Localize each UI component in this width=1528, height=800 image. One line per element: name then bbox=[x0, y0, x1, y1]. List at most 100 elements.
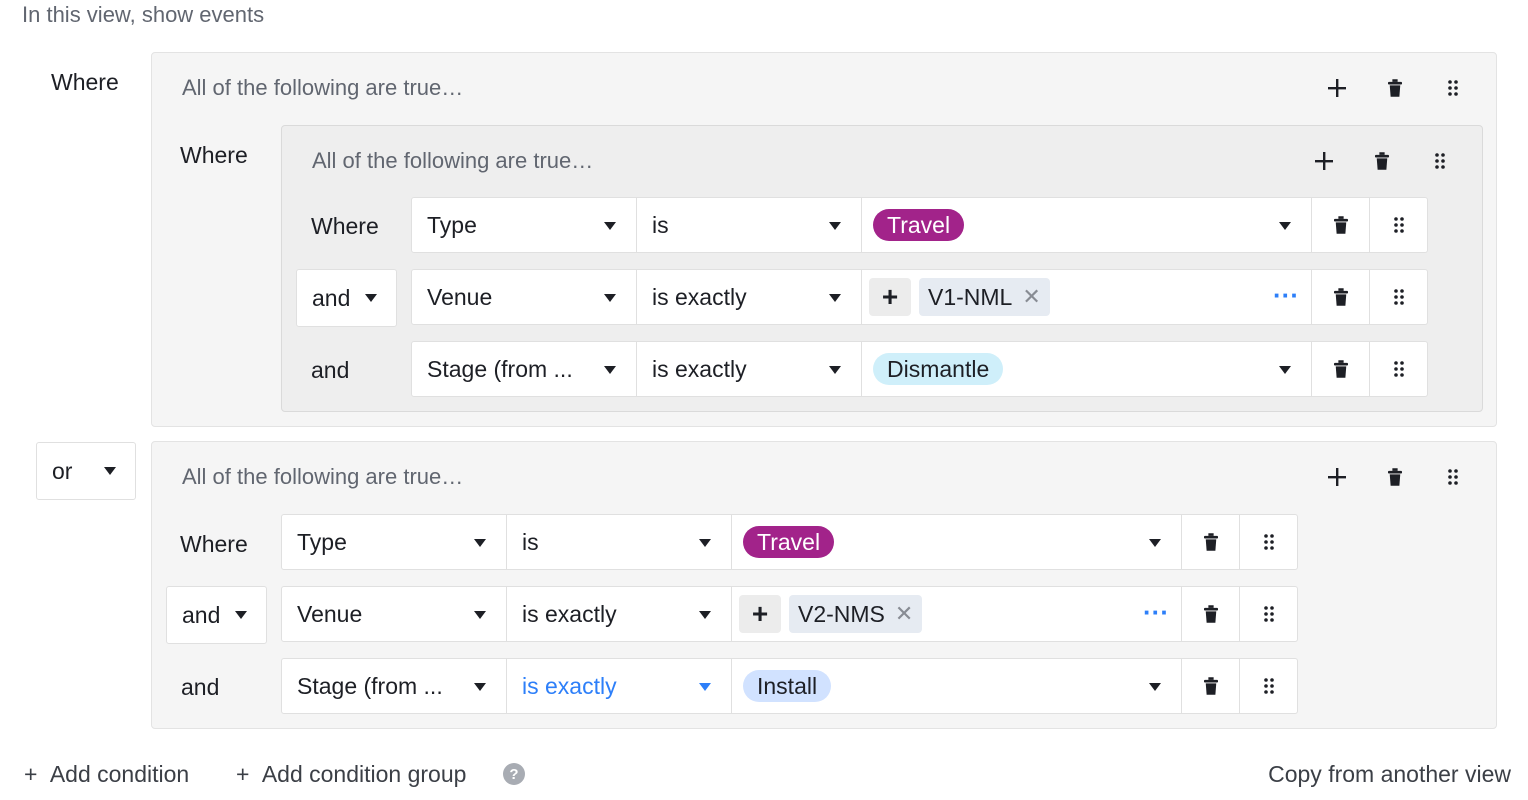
value-chip: V1-NML ✕ bbox=[919, 278, 1050, 316]
field-select[interactable]: Type bbox=[411, 197, 637, 253]
trash-icon[interactable] bbox=[1312, 197, 1370, 253]
row-conjunction: Where bbox=[180, 531, 248, 557]
close-icon[interactable]: ✕ bbox=[895, 601, 913, 627]
add-value-button[interactable]: + bbox=[869, 278, 911, 316]
add-value-button[interactable]: + bbox=[739, 595, 781, 633]
operator-value: is exactly bbox=[522, 600, 617, 627]
operator-value: is exactly bbox=[652, 283, 747, 310]
value-chip: V2-NMS ✕ bbox=[789, 595, 923, 633]
operator-select[interactable]: is exactly bbox=[507, 586, 732, 642]
field-value: Venue bbox=[427, 283, 493, 310]
drag-handle-icon[interactable] bbox=[1424, 145, 1456, 177]
trash-icon[interactable] bbox=[1379, 461, 1411, 493]
copy-from-view-button[interactable]: Copy from another view bbox=[1268, 763, 1511, 786]
field-value: Stage (from ... bbox=[427, 355, 573, 382]
caret-down-icon bbox=[474, 611, 486, 619]
trash-icon[interactable] bbox=[1312, 341, 1370, 397]
operator-select[interactable]: is exactly bbox=[637, 341, 862, 397]
operator-value: is bbox=[652, 211, 669, 238]
add-icon[interactable] bbox=[1308, 145, 1340, 177]
group-conjunction-value: or bbox=[52, 457, 73, 484]
row-conjunction: Where bbox=[311, 213, 379, 239]
caret-down-icon bbox=[235, 611, 247, 619]
field-select[interactable]: Stage (from ... bbox=[411, 341, 637, 397]
conjunction-select[interactable]: and bbox=[296, 269, 397, 327]
conjunction-value: and bbox=[182, 601, 221, 628]
condition-row: Stage (from ... is exactly Install bbox=[281, 658, 1300, 716]
trash-icon[interactable] bbox=[1312, 269, 1370, 325]
trash-icon[interactable] bbox=[1182, 514, 1240, 570]
value-select[interactable]: Dismantle bbox=[862, 341, 1312, 397]
value-pill: Travel bbox=[873, 209, 965, 241]
plus-icon: + bbox=[236, 761, 250, 787]
field-select[interactable]: Type bbox=[281, 514, 507, 570]
field-value: Type bbox=[297, 528, 347, 555]
caret-down-icon bbox=[829, 366, 841, 374]
drag-handle-icon[interactable] bbox=[1437, 461, 1469, 493]
group1-where-label: Where bbox=[51, 69, 119, 95]
trash-icon[interactable] bbox=[1182, 586, 1240, 642]
condition-row: Stage (from ... is exactly Dismantle bbox=[411, 341, 1430, 399]
field-select[interactable]: Venue bbox=[281, 586, 507, 642]
more-dots-icon[interactable]: ··· bbox=[1143, 599, 1169, 625]
drag-handle-icon[interactable] bbox=[1240, 658, 1298, 714]
condition-row: Type is Travel bbox=[411, 197, 1430, 255]
caret-down-icon bbox=[699, 539, 711, 547]
value-multiselect[interactable]: + V1-NML ✕ ··· bbox=[862, 269, 1312, 325]
group-conjunction-select[interactable]: or bbox=[36, 442, 136, 500]
conjunction-select[interactable]: and bbox=[166, 586, 267, 644]
chip-label: V1-NML bbox=[928, 283, 1013, 310]
caret-down-icon bbox=[1149, 539, 1161, 547]
caret-down-icon bbox=[699, 683, 711, 691]
condition-row: Type is Travel bbox=[281, 514, 1300, 572]
help-icon[interactable]: ? bbox=[503, 763, 525, 785]
operator-select[interactable]: is exactly bbox=[637, 269, 862, 325]
value-select[interactable]: Travel bbox=[862, 197, 1312, 253]
value-select[interactable]: Travel bbox=[732, 514, 1182, 570]
trash-icon[interactable] bbox=[1379, 72, 1411, 104]
operator-select[interactable]: is exactly bbox=[507, 658, 732, 714]
operator-select[interactable]: is bbox=[507, 514, 732, 570]
value-select[interactable]: Install bbox=[732, 658, 1182, 714]
drag-handle-icon[interactable] bbox=[1370, 269, 1428, 325]
value-pill: Travel bbox=[743, 526, 835, 558]
condition-group-1: All of the following are true… Where All… bbox=[151, 52, 1497, 427]
trash-icon[interactable] bbox=[1182, 658, 1240, 714]
group1-title: All of the following are true… bbox=[182, 75, 464, 100]
caret-down-icon bbox=[829, 222, 841, 230]
drag-handle-icon[interactable] bbox=[1370, 197, 1428, 253]
close-icon[interactable]: ✕ bbox=[1022, 284, 1040, 310]
add-icon[interactable] bbox=[1321, 461, 1353, 493]
plus-icon: + bbox=[24, 761, 38, 787]
drag-handle-icon[interactable] bbox=[1240, 586, 1298, 642]
caret-down-icon bbox=[474, 539, 486, 547]
caret-down-icon bbox=[604, 366, 616, 374]
drag-handle-icon[interactable] bbox=[1370, 341, 1428, 397]
condition-group-inner: All of the following are true… Where Typ… bbox=[281, 125, 1483, 412]
chip-label: V2-NMS bbox=[798, 600, 885, 627]
add-condition-group-button[interactable]: + Add condition group bbox=[236, 763, 466, 786]
caret-down-icon bbox=[104, 467, 116, 475]
more-dots-icon[interactable]: ··· bbox=[1273, 282, 1299, 308]
condition-group-2: All of the following are true… Where Typ… bbox=[151, 441, 1497, 729]
field-value: Venue bbox=[297, 600, 363, 627]
caret-down-icon bbox=[365, 294, 377, 302]
add-icon[interactable] bbox=[1321, 72, 1353, 104]
field-select[interactable]: Venue bbox=[411, 269, 637, 325]
drag-handle-icon[interactable] bbox=[1437, 72, 1469, 104]
drag-handle-icon[interactable] bbox=[1240, 514, 1298, 570]
caret-down-icon bbox=[604, 222, 616, 230]
operator-select[interactable]: is bbox=[637, 197, 862, 253]
row-conjunction: and bbox=[181, 674, 220, 700]
operator-value: is exactly bbox=[522, 672, 617, 699]
field-select[interactable]: Stage (from ... bbox=[281, 658, 507, 714]
trash-icon[interactable] bbox=[1366, 145, 1398, 177]
operator-value: is exactly bbox=[652, 355, 747, 382]
value-pill: Dismantle bbox=[873, 353, 1004, 385]
inner-group-title: All of the following are true… bbox=[312, 148, 594, 173]
field-value: Type bbox=[427, 211, 477, 238]
value-multiselect[interactable]: + V2-NMS ✕ ··· bbox=[732, 586, 1182, 642]
add-condition-group-label: Add condition group bbox=[261, 761, 467, 787]
add-condition-button[interactable]: + Add condition bbox=[24, 763, 189, 786]
value-pill: Install bbox=[743, 670, 832, 702]
